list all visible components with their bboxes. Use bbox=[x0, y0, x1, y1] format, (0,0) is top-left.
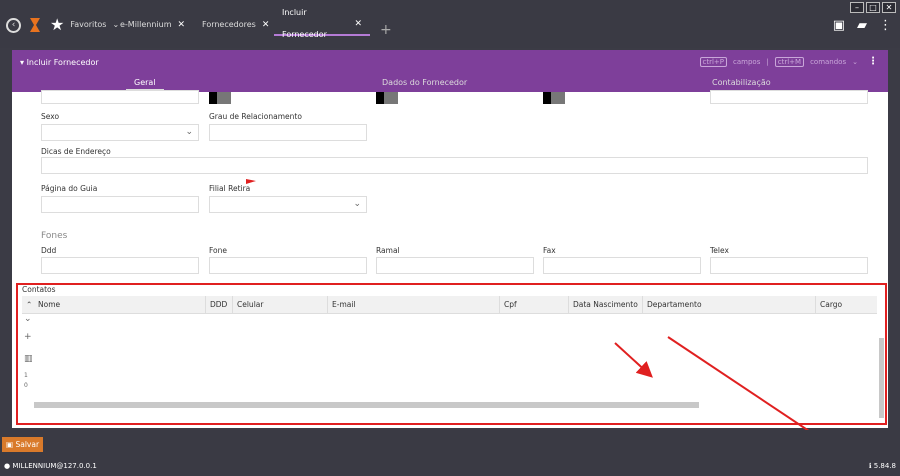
version-label: 5.84.8 bbox=[873, 462, 896, 470]
user-label: MILLENNIUM@127.0.0.1 bbox=[12, 462, 97, 470]
arrow-annotation bbox=[614, 342, 653, 378]
save-label: Salvar bbox=[15, 440, 40, 449]
save-button[interactable]: ▣ Salvar bbox=[2, 437, 44, 452]
status-bar bbox=[0, 430, 900, 476]
status-version: ℹ 5.84.8 bbox=[869, 462, 896, 470]
user-icon: ● bbox=[4, 462, 11, 470]
info-icon[interactable]: ℹ bbox=[869, 462, 872, 470]
status-user: ● MILLENNIUM@127.0.0.1 bbox=[4, 462, 97, 470]
annotation-arrows bbox=[614, 336, 864, 468]
save-icon: ▣ bbox=[6, 440, 14, 449]
